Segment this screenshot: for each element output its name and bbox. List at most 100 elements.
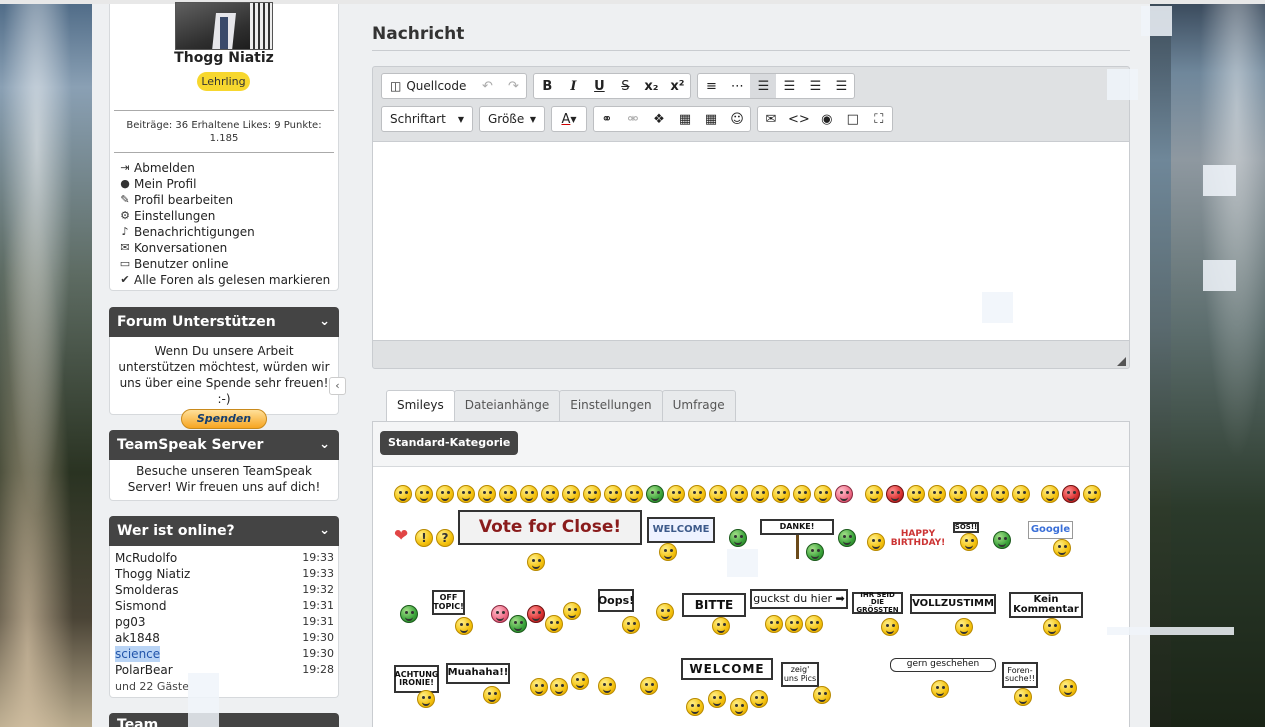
font-size-select[interactable]: Größe ▼ <box>480 107 544 131</box>
smiley[interactable] <box>838 529 856 547</box>
smiley[interactable] <box>730 698 748 716</box>
image-button[interactable]: ▦ <box>672 107 698 131</box>
tab-smileys[interactable]: Smileys <box>386 390 455 422</box>
smiley[interactable] <box>949 485 967 503</box>
smiley[interactable] <box>729 529 747 547</box>
smiley-sign-vote[interactable]: Vote for Close! <box>458 510 642 545</box>
smiley[interactable] <box>622 616 640 634</box>
avatar[interactable] <box>175 2 273 50</box>
unlink-button[interactable]: ⚮ <box>620 107 646 131</box>
italic-button[interactable]: I <box>560 74 586 98</box>
smiley[interactable] <box>865 485 883 503</box>
smiley[interactable] <box>751 485 769 503</box>
shop-button[interactable]: ⛶ <box>866 107 892 131</box>
strikethrough-button[interactable]: S <box>612 74 638 98</box>
teamspeak-panel-header[interactable]: TeamSpeak Server ⌄ <box>109 430 339 460</box>
spoiler-button[interactable]: ◉ <box>814 107 840 131</box>
smiley[interactable] <box>813 686 831 704</box>
tt-button[interactable]: □ <box>840 107 866 131</box>
smiley[interactable] <box>928 485 946 503</box>
smiley[interactable] <box>991 485 1009 503</box>
quote-button[interactable]: ✉ <box>758 107 784 131</box>
smiley[interactable] <box>656 603 674 621</box>
smiley[interactable] <box>712 617 730 635</box>
smiley[interactable] <box>509 615 527 633</box>
menu-item-konversationen[interactable]: ✉ Konversationen <box>116 240 330 256</box>
smiley[interactable] <box>640 677 658 695</box>
smiley[interactable] <box>436 485 454 503</box>
subscript-button[interactable]: x₂ <box>638 74 664 98</box>
smiley-sign-kein-kommentar[interactable]: Kein Kommentar <box>1009 592 1083 618</box>
smiley[interactable] <box>785 615 803 633</box>
smiley[interactable] <box>730 485 748 503</box>
question-smiley[interactable]: ? <box>436 529 454 547</box>
source-button[interactable]: ◫ Quellcode <box>382 74 474 98</box>
tab-attachments[interactable]: Dateianhänge <box>453 390 561 421</box>
smiley[interactable] <box>881 618 899 636</box>
smiley[interactable] <box>520 485 538 503</box>
smiley[interactable] <box>805 615 823 633</box>
smiley[interactable] <box>667 485 685 503</box>
team-panel-header[interactable]: Team <box>109 713 339 727</box>
smiley[interactable] <box>708 690 726 708</box>
smiley-sign-danke[interactable]: DANKE! <box>760 519 834 535</box>
message-textarea[interactable] <box>373 141 1129 341</box>
smiley[interactable] <box>1043 618 1061 636</box>
smiley[interactable] <box>750 690 768 708</box>
smiley[interactable] <box>931 680 949 698</box>
menu-item-alle-gelesen[interactable]: ✔ Alle Foren als gelesen markieren <box>116 272 330 288</box>
smiley[interactable] <box>527 605 545 623</box>
smiley[interactable] <box>491 605 509 623</box>
chevron-down-icon[interactable]: ⌄ <box>319 307 330 337</box>
smiley[interactable] <box>1062 485 1080 503</box>
redo-button[interactable]: ↷ <box>500 74 526 98</box>
smiley[interactable] <box>1041 485 1059 503</box>
smiley[interactable] <box>886 485 904 503</box>
smiley[interactable] <box>806 543 824 561</box>
smiley[interactable] <box>394 485 412 503</box>
smiley[interactable] <box>835 485 853 503</box>
smiley[interactable] <box>583 485 601 503</box>
smiley[interactable] <box>814 485 832 503</box>
smiley[interactable] <box>483 686 501 704</box>
bold-button[interactable]: B <box>534 74 560 98</box>
smiley[interactable] <box>530 678 548 696</box>
smiley-sign-oops[interactable]: Oops! <box>598 589 634 612</box>
smiley-sign-bitte[interactable]: BITTE <box>682 593 746 617</box>
smiley[interactable] <box>1053 539 1071 557</box>
align-right-button[interactable]: ☰ <box>802 74 828 98</box>
smiley[interactable] <box>867 533 885 551</box>
smiley[interactable] <box>417 690 435 708</box>
smiley[interactable] <box>550 678 568 696</box>
smiley-sign-achtung[interactable]: ACHTUNG IRONIE! <box>394 665 439 693</box>
smiley[interactable] <box>563 602 581 620</box>
unordered-list-button[interactable]: ⋯ <box>724 74 750 98</box>
smiley[interactable] <box>686 698 704 716</box>
smiley-category-button[interactable]: Standard-Kategorie <box>380 431 519 455</box>
smiley-sign-welcome[interactable]: WELCOME <box>647 517 715 543</box>
smiley[interactable] <box>562 485 580 503</box>
underline-button[interactable]: U <box>586 74 612 98</box>
smiley[interactable] <box>793 485 811 503</box>
support-panel-header[interactable]: Forum Unterstützen ⌄ <box>109 307 339 337</box>
smiley-sign-birthday[interactable]: HAPPY BIRTHDAY! <box>886 525 950 553</box>
smiley[interactable] <box>527 553 545 571</box>
smiley-sign-guckst[interactable]: guckst du hier ➡ <box>750 589 848 609</box>
tab-poll[interactable]: Umfrage <box>661 390 736 421</box>
smiley[interactable] <box>1059 679 1077 697</box>
smiley[interactable] <box>499 485 517 503</box>
align-center-button[interactable]: ☰ <box>776 74 802 98</box>
undo-button[interactable]: ↶ <box>474 74 500 98</box>
smiley-sign-muahaha[interactable]: Muahaha!! <box>446 663 510 684</box>
smiley-sign-zeigt[interactable]: zeig' uns Pics <box>781 662 819 687</box>
resize-handle[interactable] <box>1117 357 1126 366</box>
smiley-button[interactable]: ☺ <box>724 107 750 131</box>
font-family-select[interactable]: Schriftart ▼ <box>382 107 472 131</box>
smiley[interactable] <box>598 677 616 695</box>
smiley-sign-forensuche[interactable]: Foren-suche!! <box>1002 662 1038 688</box>
smiley[interactable] <box>1014 688 1032 706</box>
smiley[interactable] <box>400 605 418 623</box>
smiley-sign-sos[interactable]: SOS!! <box>953 522 979 533</box>
smiley[interactable] <box>1012 485 1030 503</box>
ordered-list-button[interactable]: ≡ <box>698 74 724 98</box>
